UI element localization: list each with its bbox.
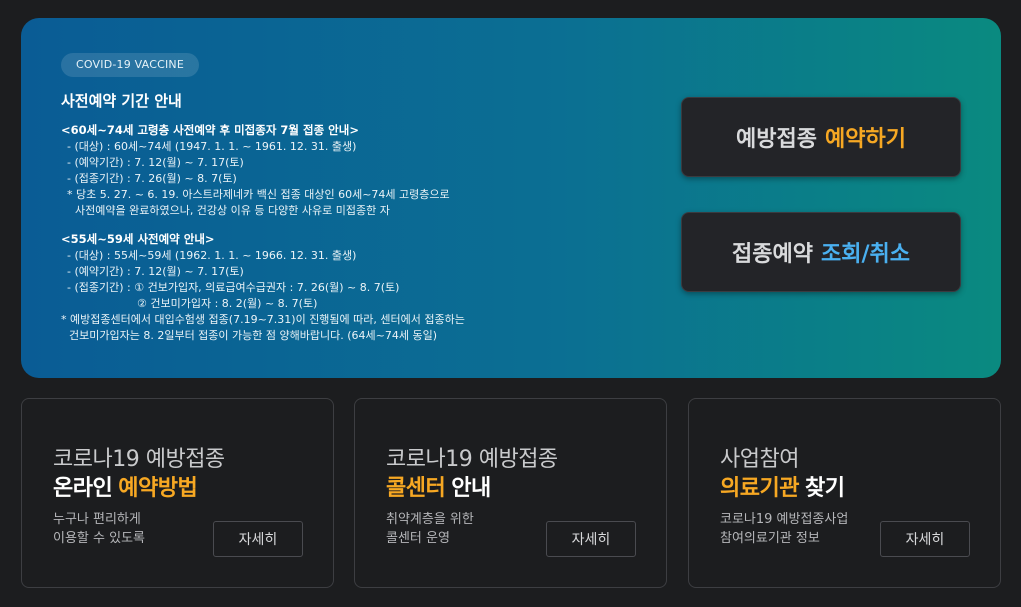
- notice-line: 건보미가입자는 8. 2일부터 접종이 가능한 점 양해바랍니다. (64세~7…: [69, 329, 437, 342]
- card-find-medical-institution: 사업참여 의료기관 찾기 코로나19 예방접종사업 참여의료기관 정보 자세히: [688, 398, 1001, 588]
- card-title-highlight: 예약방법: [118, 476, 198, 501]
- reserve-button-highlight: 예약하기: [825, 127, 906, 152]
- card-desc-line: 콜센터 운영: [386, 531, 450, 546]
- notice-line: 사전예약을 완료하였으나, 건강상 이유 등 다양한 사유로 미접종한 자: [75, 204, 390, 217]
- notice-line: - (예약기간) : 7. 12(월) ~ 7. 17(토): [67, 156, 244, 169]
- check-cancel-reservation-button[interactable]: 접종예약 조회/취소: [681, 212, 961, 292]
- card-desc-line: 누구나 편리하게: [53, 512, 141, 527]
- card-title-line1: 코로나19 예방접종: [53, 447, 225, 472]
- notice-line: - (대상) : 55세~59세 (1962. 1. 1. ~ 1966. 12…: [67, 249, 357, 262]
- card-description: 누구나 편리하게 이용할 수 있도록: [53, 510, 145, 548]
- card-title-line2: 콜센터 안내: [386, 470, 491, 502]
- reserve-button-label: 예방접종: [736, 127, 817, 152]
- notice-line: - (접종기간) : ① 건보가입자, 의료급여수급권자 : 7. 26(월) …: [67, 281, 400, 294]
- notice-line: ② 건보미가입자 : 8. 2(월) ~ 8. 7(토): [137, 297, 318, 310]
- card-description: 코로나19 예방접종사업 참여의료기관 정보: [720, 510, 848, 548]
- notice-line: - (접종기간) : 7. 26(월) ~ 8. 7(토): [67, 172, 237, 185]
- card-desc-line: 코로나19 예방접종사업: [720, 512, 849, 527]
- card-title-rest: 안내: [451, 476, 491, 501]
- notice-line: * 예방접종센터에서 대입수험생 접종(7.19~7.31)이 진행됨에 따라,…: [61, 313, 465, 326]
- notice-55-59: <55세~59세 사전예약 안내> - (대상) : 55세~59세 (1962…: [61, 231, 621, 344]
- notice-60-74-heading: <60세~74세 고령층 사전예약 후 미접종자 7월 접종 안내>: [61, 123, 359, 137]
- card-title-line1: 코로나19 예방접종: [386, 447, 558, 472]
- card-description: 취약계층을 위한 콜센터 운영: [386, 510, 474, 548]
- card-title-lead: 온라인: [53, 476, 113, 501]
- card-title-line1: 사업참여: [720, 447, 799, 472]
- card-desc-line: 참여의료기관 정보: [720, 531, 820, 546]
- details-button[interactable]: 자세히: [880, 521, 970, 557]
- check-button-label: 접종예약: [732, 242, 813, 267]
- details-button[interactable]: 자세히: [213, 521, 303, 557]
- card-title-highlight: 콜센터: [386, 476, 446, 501]
- card-online-reservation-method: 코로나19 예방접종 온라인 예약방법 누구나 편리하게 이용할 수 있도록 자세…: [21, 398, 334, 588]
- notice-60-74: <60세~74세 고령층 사전예약 후 미접종자 7월 접종 안내> - (대상…: [61, 122, 621, 219]
- vaccine-reservation-banner: COVID-19 VACCINE 사전예약 기간 안내 <60세~74세 고령층…: [21, 18, 1001, 378]
- notice-55-59-heading: <55세~59세 사전예약 안내>: [61, 232, 215, 246]
- notice-line: - (대상) : 60세~74세 (1947. 1. 1. ~ 1961. 12…: [67, 140, 357, 153]
- card-title-highlight: 의료기관: [720, 476, 799, 501]
- card-desc-line: 취약계층을 위한: [386, 512, 474, 527]
- card-desc-line: 이용할 수 있도록: [53, 531, 145, 546]
- notice-line: - (예약기간) : 7. 12(월) ~ 7. 17(토): [67, 265, 244, 278]
- page-title: 사전예약 기간 안내: [61, 92, 182, 110]
- card-title-line2: 온라인 예약방법: [53, 470, 198, 502]
- details-button[interactable]: 자세히: [546, 521, 636, 557]
- reserve-vaccination-button[interactable]: 예방접종 예약하기: [681, 97, 961, 177]
- card-title-rest: 찾기: [804, 476, 845, 501]
- check-button-highlight: 조회/취소: [820, 242, 910, 267]
- card-title-line2: 의료기관 찾기: [720, 470, 845, 502]
- card-call-center: 코로나19 예방접종 콜센터 안내 취약계층을 위한 콜센터 운영 자세히: [354, 398, 667, 588]
- covid-vaccine-tag: COVID-19 VACCINE: [61, 53, 199, 77]
- notice-line: * 당초 5. 27. ~ 6. 19. 아스트라제네카 백신 접종 대상인 6…: [67, 188, 450, 201]
